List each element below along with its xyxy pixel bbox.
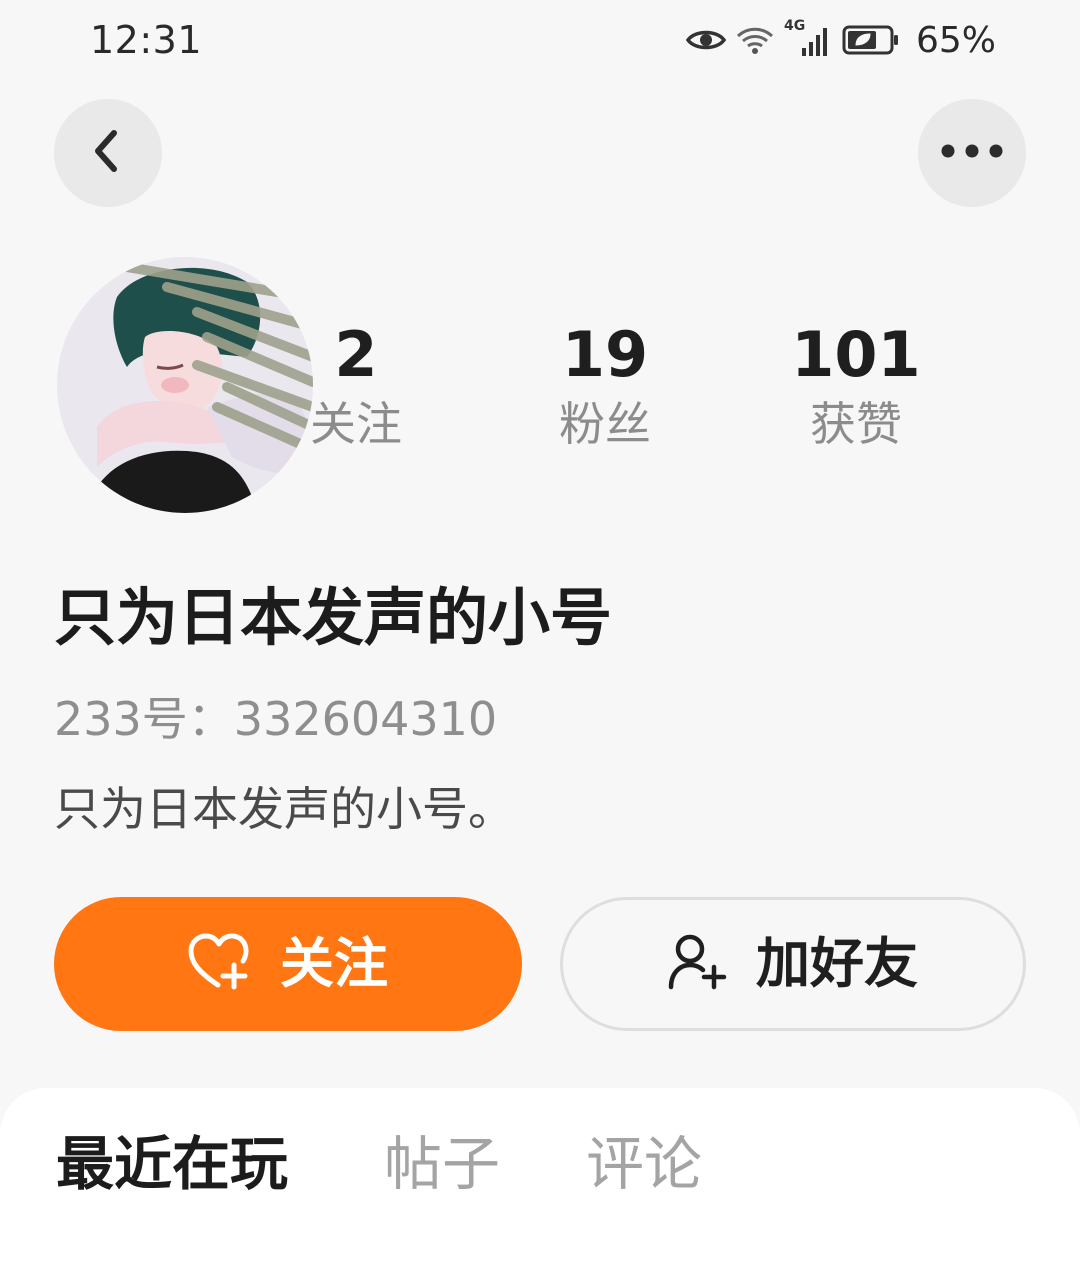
tab-recently-played[interactable]: 最近在玩: [56, 1128, 288, 1200]
add-friend-button-label: 加好友: [756, 932, 918, 995]
back-button[interactable]: [54, 99, 162, 207]
more-horizontal-icon: [940, 143, 1004, 163]
battery-percent: 65%: [915, 19, 996, 61]
stat-fans[interactable]: 19 粉丝: [505, 318, 705, 454]
chevron-left-icon: [88, 129, 128, 177]
username: 只为日本发声的小号: [54, 581, 613, 654]
add-friend-button[interactable]: 加好友: [560, 897, 1026, 1031]
signal-icon: 4G: [784, 18, 832, 58]
more-button[interactable]: [918, 99, 1026, 207]
bio: 只为日本发声的小号。: [54, 782, 514, 836]
battery-icon: [842, 24, 900, 56]
eye-icon: [685, 27, 726, 53]
follow-button-label: 关注: [280, 932, 388, 995]
user-plus-icon: [668, 933, 728, 995]
following-count: 2: [334, 318, 378, 391]
tab-comments[interactable]: 评论: [586, 1128, 702, 1200]
wifi-icon: [736, 25, 774, 55]
following-label: 关注: [310, 397, 402, 451]
heart-plus-icon: [188, 933, 252, 995]
tab-posts[interactable]: 帖子: [384, 1128, 500, 1200]
stat-likes[interactable]: 101 获赞: [756, 318, 956, 454]
fans-count: 19: [561, 318, 649, 391]
likes-count: 101: [791, 318, 921, 391]
content-tabs: 最近在玩 帖子 评论: [0, 1088, 1080, 1288]
fans-label: 粉丝: [559, 397, 651, 451]
likes-label: 获赞: [810, 397, 902, 451]
status-time: 12:31: [90, 18, 203, 62]
stat-following[interactable]: 2 关注: [256, 318, 456, 454]
follow-button[interactable]: 关注: [54, 897, 522, 1031]
user-id: 233号：332604310: [54, 692, 498, 746]
status-bar: 12:31 4G 65%: [0, 0, 1080, 84]
status-icons: 4G 65%: [685, 18, 996, 62]
